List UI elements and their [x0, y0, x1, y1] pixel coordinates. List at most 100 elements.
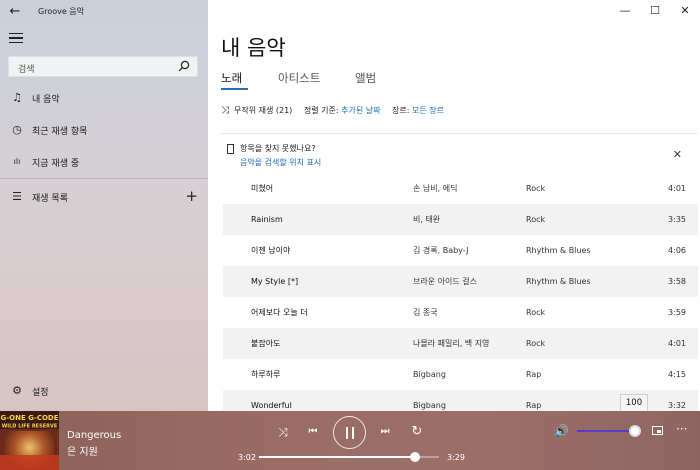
sort-value: 추가된 날짜: [341, 106, 381, 115]
groove-music-window: ← Groove 음악 검색 ♫ 내 음악 ◷ 최근 재생 항목 ılı 지금 …: [0, 0, 700, 470]
song-artist: 나몰라 패밀리, 백 지영: [413, 339, 490, 348]
song-artist: 브라운 아이드 걸스: [413, 277, 477, 286]
banner-link[interactable]: 음악을 검색할 위치 표시: [240, 157, 321, 168]
sidebar-item-label: 최근 재생 항목: [32, 127, 88, 137]
sidebar-divider: [0, 178, 208, 179]
previous-button[interactable]: ⏮: [302, 421, 324, 443]
volume-slider[interactable]: [577, 430, 635, 432]
song-duration: 3:32: [668, 401, 686, 410]
song-genre: Rhythm & Blues: [526, 246, 591, 255]
volume-tooltip: 100: [620, 394, 648, 412]
album-art[interactable]: G-ONE G-CODE WILD LIFE RESERVE: [0, 411, 59, 470]
banner-message: 항목을 찾지 못했나요?: [240, 144, 316, 153]
tab-songs[interactable]: 노래: [221, 70, 242, 86]
pause-icon: [352, 427, 354, 439]
divider: [221, 133, 698, 134]
seek-bar[interactable]: [259, 452, 439, 462]
song-artist: 손 남비, 에딕: [413, 184, 458, 193]
sidebar-item-label: 재생 목록: [32, 194, 68, 204]
app-title: Groove 음악: [38, 7, 85, 16]
next-button[interactable]: ⏭: [374, 421, 396, 443]
sidebar-item-recent[interactable]: ◷ 최근 재생 항목: [0, 118, 208, 142]
playlist-icon: ☰: [12, 190, 22, 203]
sidebar-item-my-music[interactable]: ♫ 내 음악: [0, 86, 208, 110]
current-time: 3:02: [238, 453, 256, 462]
now-playing-artist[interactable]: 은 지원: [67, 443, 98, 458]
table-row[interactable]: 하루하루 Bigbang Rap 4:15: [223, 359, 698, 390]
song-genre: Rock: [526, 308, 546, 317]
volume-icon[interactable]: 🔊: [554, 423, 570, 439]
hamburger-menu-icon[interactable]: [9, 33, 23, 43]
add-playlist-button[interactable]: +: [185, 187, 198, 205]
search-icon[interactable]: [178, 60, 190, 72]
sidebar-item-playlists[interactable]: ☰ 재생 목록 +: [0, 185, 208, 209]
genre-label: 장르:: [391, 106, 410, 115]
song-genre: Rhythm & Blues: [526, 277, 591, 286]
now-playing-title[interactable]: Dangerous: [67, 430, 121, 441]
sidebar-item-settings[interactable]: ⚙ 설정: [0, 379, 208, 403]
banner-close-icon[interactable]: ✕: [673, 149, 682, 160]
table-row[interactable]: My Style [*] 브라운 아이드 걸스 Rhythm & Blues 3…: [223, 266, 698, 297]
song-title: Wonderful: [251, 401, 292, 410]
sidebar-item-label: 설정: [32, 388, 49, 398]
music-note-icon: ♫: [12, 91, 22, 104]
pause-button[interactable]: [333, 416, 366, 449]
shuffle-button[interactable]: ⤨: [272, 421, 294, 443]
table-row[interactable]: 이젠 남이야 김 경록, Baby-J Rhythm & Blues 4:06: [223, 235, 698, 266]
player-bar: G-ONE G-CODE WILD LIFE RESERVE Dangerous …: [0, 411, 700, 470]
song-genre: Rock: [526, 215, 546, 224]
song-artist: 비, 태완: [413, 215, 441, 224]
song-artist: Bigbang: [413, 401, 446, 410]
svg-text:G-ONE G-CODE: G-ONE G-CODE: [0, 414, 58, 422]
seek-bar-fill: [259, 456, 416, 458]
svg-text:WILD LIFE RESERVE: WILD LIFE RESERVE: [2, 424, 58, 430]
tab-albums[interactable]: 앨범: [355, 70, 376, 86]
songs-toolbar: ⤨ 무작위 재생 (21) 정렬 기준: 추가된 날짜 장르: 모든 장르: [221, 105, 444, 119]
table-row[interactable]: 어제보다 오늘 더 김 종국 Rock 3:59: [223, 297, 698, 328]
seek-bar-thumb[interactable]: [410, 452, 421, 462]
song-duration: 3:58: [668, 277, 686, 286]
main-content: — ☐ ✕ 내 음악 노래 아티스트 앨범 ⤨ 무작위 재생 (21) 정렬 기준…: [208, 0, 700, 421]
song-genre: Rock: [526, 339, 546, 348]
song-duration: 4:15: [668, 370, 686, 379]
sidebar-item-now-playing[interactable]: ılı 지금 재생 중: [0, 150, 208, 174]
song-genre: Rap: [526, 370, 542, 379]
more-options-icon[interactable]: ···: [676, 421, 687, 437]
now-playing-bars-icon: ılı: [13, 157, 21, 166]
search-box[interactable]: 검색: [8, 56, 198, 77]
maximize-button[interactable]: ☐: [640, 2, 670, 20]
gear-icon: ⚙: [12, 384, 22, 397]
close-button[interactable]: ✕: [670, 2, 700, 20]
song-duration: 3:35: [668, 215, 686, 224]
song-genre: Rap: [526, 401, 542, 410]
back-button[interactable]: ←: [6, 4, 24, 20]
titlebar-left: ← Groove 음악: [0, 0, 208, 24]
shuffle-all-button[interactable]: ⤨ 무작위 재생 (21): [221, 105, 292, 117]
clock-icon: ◷: [12, 123, 22, 136]
minimize-button[interactable]: —: [610, 2, 640, 20]
song-title: 어제보다 오늘 더: [251, 308, 308, 317]
song-genre: Rock: [526, 184, 546, 193]
sidebar-item-label: 내 음악: [32, 95, 60, 105]
mini-player-icon[interactable]: [652, 426, 663, 435]
shuffle-icon: ⤨: [221, 105, 229, 116]
table-row[interactable]: Rainism 비, 태완 Rock 3:35: [223, 204, 698, 235]
total-time: 3:29: [447, 453, 465, 462]
genre-filter[interactable]: 장르: 모든 장르: [392, 105, 444, 117]
song-duration: 3:59: [668, 308, 686, 317]
table-row[interactable]: 미쳤어 손 남비, 에딕 Rock 4:01: [223, 173, 698, 204]
song-title: My Style [*]: [251, 277, 299, 286]
song-duration: 4:01: [668, 184, 686, 193]
table-row[interactable]: 붙잡아도 나몰라 패밀리, 백 지영 Rock 4:01: [223, 328, 698, 359]
search-input[interactable]: 검색: [18, 62, 35, 75]
phone-icon: [227, 144, 234, 154]
song-artist: 김 종국: [413, 308, 438, 317]
sort-label: 정렬 기준:: [303, 106, 339, 115]
volume-slider-thumb[interactable]: [629, 425, 641, 437]
tab-artists[interactable]: 아티스트: [278, 70, 320, 86]
genre-value: 모든 장르: [411, 106, 444, 115]
sort-filter[interactable]: 정렬 기준: 추가된 날짜: [304, 105, 381, 117]
song-title: 미쳤어: [251, 184, 274, 193]
song-duration: 4:01: [668, 339, 686, 348]
repeat-button[interactable]: ↻: [406, 421, 428, 443]
